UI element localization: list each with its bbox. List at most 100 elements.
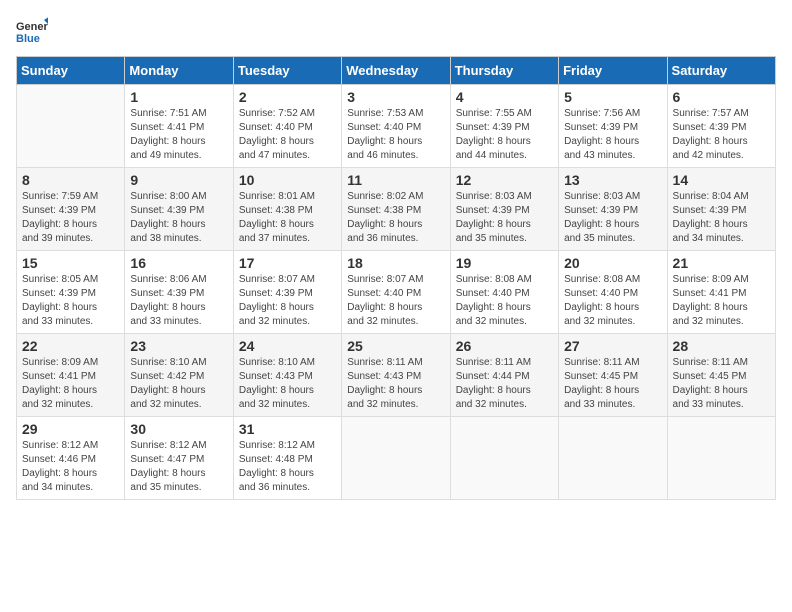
day-number: 18 xyxy=(347,255,444,271)
calendar-cell: 6 Sunrise: 7:57 AMSunset: 4:39 PMDaylight… xyxy=(667,85,775,168)
cell-content: Sunrise: 7:55 AMSunset: 4:39 PMDaylight:… xyxy=(456,107,553,163)
calendar-cell: 28 Sunrise: 8:11 AMSunset: 4:45 PMDayligh… xyxy=(667,334,775,417)
cell-content: Sunrise: 7:51 AMSunset: 4:41 PMDaylight:… xyxy=(130,107,227,163)
calendar-cell: 9 Sunrise: 8:00 AMSunset: 4:39 PMDaylight… xyxy=(125,168,233,251)
day-number: 8 xyxy=(22,172,119,188)
logo-icon: General Blue xyxy=(16,16,48,48)
header: General Blue xyxy=(16,16,776,48)
day-number: 2 xyxy=(239,89,336,105)
calendar-cell: 29Sunrise: 8:12 AMSunset: 4:46 PMDayligh… xyxy=(17,417,125,500)
calendar-cell xyxy=(17,85,125,168)
calendar-cell: 2Sunrise: 7:52 AMSunset: 4:40 PMDaylight… xyxy=(233,85,341,168)
day-number: 3 xyxy=(347,89,444,105)
day-number: 22 xyxy=(22,338,119,354)
cell-content: Sunrise: 8:08 AMSunset: 4:40 PMDaylight:… xyxy=(456,273,553,329)
cell-content: Sunrise: 8:11 AMSunset: 4:45 PMDaylight:… xyxy=(564,356,661,412)
column-header-wednesday: Wednesday xyxy=(342,57,450,85)
day-number: 14 xyxy=(673,172,770,188)
cell-content: Sunrise: 8:08 AMSunset: 4:40 PMDaylight:… xyxy=(564,273,661,329)
cell-content: Sunrise: 8:12 AMSunset: 4:48 PMDaylight:… xyxy=(239,439,336,495)
cell-content: Sunrise: 8:09 AMSunset: 4:41 PMDaylight:… xyxy=(673,273,770,329)
day-number: 19 xyxy=(456,255,553,271)
cell-content: Sunrise: 8:03 AMSunset: 4:39 PMDaylight:… xyxy=(456,190,553,246)
calendar-cell: 8 Sunrise: 7:59 AMSunset: 4:39 PMDaylight… xyxy=(17,168,125,251)
day-number: 25 xyxy=(347,338,444,354)
column-header-friday: Friday xyxy=(559,57,667,85)
week-row-5: 29Sunrise: 8:12 AMSunset: 4:46 PMDayligh… xyxy=(17,417,776,500)
day-number: 9 xyxy=(130,172,227,188)
day-number: 10 xyxy=(239,172,336,188)
column-header-saturday: Saturday xyxy=(667,57,775,85)
cell-content: Sunrise: 8:11 AMSunset: 4:43 PMDaylight:… xyxy=(347,356,444,412)
cell-content: Sunrise: 8:07 AMSunset: 4:40 PMDaylight:… xyxy=(347,273,444,329)
cell-content: Sunrise: 8:10 AMSunset: 4:42 PMDaylight:… xyxy=(130,356,227,412)
cell-content: Sunrise: 8:00 AMSunset: 4:39 PMDaylight:… xyxy=(130,190,227,246)
calendar-cell: 23Sunrise: 8:10 AMSunset: 4:42 PMDayligh… xyxy=(125,334,233,417)
cell-content: Sunrise: 8:07 AMSunset: 4:39 PMDaylight:… xyxy=(239,273,336,329)
day-number: 20 xyxy=(564,255,661,271)
calendar-cell: 5Sunrise: 7:56 AMSunset: 4:39 PMDaylight… xyxy=(559,85,667,168)
cell-content: Sunrise: 7:56 AMSunset: 4:39 PMDaylight:… xyxy=(564,107,661,163)
week-row-4: 22 Sunrise: 8:09 AMSunset: 4:41 PMDayligh… xyxy=(17,334,776,417)
day-number: 6 xyxy=(673,89,770,105)
cell-content: Sunrise: 8:04 AMSunset: 4:39 PMDaylight:… xyxy=(673,190,770,246)
cell-content: Sunrise: 8:01 AMSunset: 4:38 PMDaylight:… xyxy=(239,190,336,246)
day-number: 11 xyxy=(347,172,444,188)
calendar-cell: 30Sunrise: 8:12 AMSunset: 4:47 PMDayligh… xyxy=(125,417,233,500)
week-row-2: 8 Sunrise: 7:59 AMSunset: 4:39 PMDaylight… xyxy=(17,168,776,251)
cell-content: Sunrise: 8:12 AMSunset: 4:47 PMDaylight:… xyxy=(130,439,227,495)
day-number: 31 xyxy=(239,421,336,437)
day-number: 28 xyxy=(673,338,770,354)
calendar-cell: 12 Sunrise: 8:03 AMSunset: 4:39 PMDayligh… xyxy=(450,168,558,251)
cell-content: Sunrise: 8:09 AMSunset: 4:41 PMDaylight:… xyxy=(22,356,119,412)
day-number: 27 xyxy=(564,338,661,354)
cell-content: Sunrise: 8:10 AMSunset: 4:43 PMDaylight:… xyxy=(239,356,336,412)
calendar-cell: 10 Sunrise: 8:01 AMSunset: 4:38 PMDayligh… xyxy=(233,168,341,251)
calendar-table: SundayMondayTuesdayWednesdayThursdayFrid… xyxy=(16,56,776,500)
cell-content: Sunrise: 8:05 AMSunset: 4:39 PMDaylight:… xyxy=(22,273,119,329)
calendar-cell: 4 Sunrise: 7:55 AMSunset: 4:39 PMDaylight… xyxy=(450,85,558,168)
calendar-cell: 3Sunrise: 7:53 AMSunset: 4:40 PMDaylight… xyxy=(342,85,450,168)
calendar-cell: 20 Sunrise: 8:08 AMSunset: 4:40 PMDayligh… xyxy=(559,251,667,334)
column-header-sunday: Sunday xyxy=(17,57,125,85)
svg-text:Blue: Blue xyxy=(16,33,40,45)
calendar-cell xyxy=(450,417,558,500)
calendar-cell: 22 Sunrise: 8:09 AMSunset: 4:41 PMDayligh… xyxy=(17,334,125,417)
cell-content: Sunrise: 7:59 AMSunset: 4:39 PMDaylight:… xyxy=(22,190,119,246)
svg-text:General: General xyxy=(16,21,48,33)
cell-content: Sunrise: 8:11 AMSunset: 4:44 PMDaylight:… xyxy=(456,356,553,412)
calendar-cell: 25 Sunrise: 8:11 AMSunset: 4:43 PMDayligh… xyxy=(342,334,450,417)
calendar-cell: 27 Sunrise: 8:11 AMSunset: 4:45 PMDayligh… xyxy=(559,334,667,417)
calendar-cell: 17 Sunrise: 8:07 AMSunset: 4:39 PMDayligh… xyxy=(233,251,341,334)
cell-content: Sunrise: 8:02 AMSunset: 4:38 PMDaylight:… xyxy=(347,190,444,246)
calendar-cell: 16 Sunrise: 8:06 AMSunset: 4:39 PMDayligh… xyxy=(125,251,233,334)
day-number: 17 xyxy=(239,255,336,271)
calendar-cell: 11 Sunrise: 8:02 AMSunset: 4:38 PMDayligh… xyxy=(342,168,450,251)
calendar-container: General Blue SundayMondayTuesdayWednesda… xyxy=(16,16,776,500)
week-row-3: 15Sunrise: 8:05 AMSunset: 4:39 PMDayligh… xyxy=(17,251,776,334)
calendar-cell: 21Sunrise: 8:09 AMSunset: 4:41 PMDayligh… xyxy=(667,251,775,334)
week-row-1: 1 Sunrise: 7:51 AMSunset: 4:41 PMDaylight… xyxy=(17,85,776,168)
calendar-cell: 18 Sunrise: 8:07 AMSunset: 4:40 PMDayligh… xyxy=(342,251,450,334)
column-header-tuesday: Tuesday xyxy=(233,57,341,85)
day-number: 16 xyxy=(130,255,227,271)
column-header-monday: Monday xyxy=(125,57,233,85)
day-number: 26 xyxy=(456,338,553,354)
cell-content: Sunrise: 7:57 AMSunset: 4:39 PMDaylight:… xyxy=(673,107,770,163)
logo: General Blue xyxy=(16,16,48,48)
day-number: 12 xyxy=(456,172,553,188)
day-number: 29 xyxy=(22,421,119,437)
calendar-cell: 31 Sunrise: 8:12 AMSunset: 4:48 PMDayligh… xyxy=(233,417,341,500)
day-number: 1 xyxy=(130,89,227,105)
cell-content: Sunrise: 8:06 AMSunset: 4:39 PMDaylight:… xyxy=(130,273,227,329)
calendar-cell xyxy=(559,417,667,500)
calendar-cell: 1 Sunrise: 7:51 AMSunset: 4:41 PMDaylight… xyxy=(125,85,233,168)
day-number: 13 xyxy=(564,172,661,188)
calendar-cell: 15Sunrise: 8:05 AMSunset: 4:39 PMDayligh… xyxy=(17,251,125,334)
calendar-cell xyxy=(342,417,450,500)
cell-content: Sunrise: 8:11 AMSunset: 4:45 PMDaylight:… xyxy=(673,356,770,412)
day-number: 4 xyxy=(456,89,553,105)
header-row: SundayMondayTuesdayWednesdayThursdayFrid… xyxy=(17,57,776,85)
cell-content: Sunrise: 8:03 AMSunset: 4:39 PMDaylight:… xyxy=(564,190,661,246)
calendar-cell xyxy=(667,417,775,500)
